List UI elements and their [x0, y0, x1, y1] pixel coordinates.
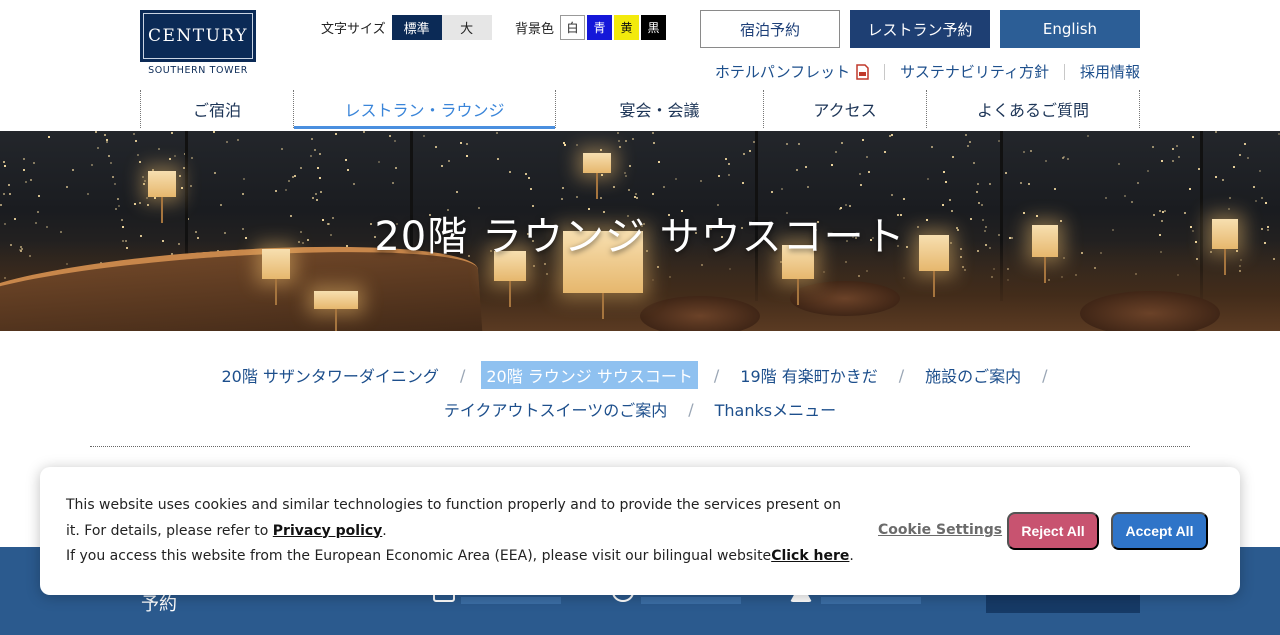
bilingual-site-link[interactable]: Click here — [771, 548, 849, 564]
gnav-restaurant-lounge[interactable]: レストラン・ラウンジ — [293, 90, 555, 129]
reject-all-button[interactable]: Reject All — [1007, 512, 1099, 550]
font-size-switcher: 文字サイズ 標準 大 — [321, 15, 492, 40]
font-size-large-button[interactable]: 大 — [441, 15, 492, 40]
table-lamp — [583, 153, 611, 199]
gnav-banquet-meeting[interactable]: 宴会・会議 — [555, 90, 763, 128]
time-field[interactable] — [641, 597, 741, 604]
font-size-standard-button[interactable]: 標準 — [391, 15, 442, 40]
cookie-message-line-1: This website uses cookies and similar te… — [66, 493, 856, 544]
local-nav-takeout-sweets[interactable]: テイクアウトスイーツのご案内 — [439, 395, 672, 423]
local-nav-southern-tower-dining[interactable]: 20階 サザンタワーダイニング — [216, 361, 443, 389]
cookie-message: This website uses cookies and similar te… — [66, 493, 856, 570]
privacy-policy-link[interactable]: Privacy policy — [273, 523, 383, 539]
lounge-table — [640, 296, 760, 331]
cookie-consent-banner: This website uses cookies and similar te… — [40, 467, 1240, 595]
local-nav-separator: / — [1042, 365, 1048, 385]
local-nav-separator: / — [688, 399, 694, 419]
gnav-access[interactable]: アクセス — [763, 90, 926, 128]
logo-subtitle: SOUTHERN TOWER — [148, 65, 248, 76]
table-lamp — [314, 291, 358, 331]
restaurant-reservation-button[interactable]: レストラン予約 — [850, 10, 990, 48]
lounge-table — [790, 281, 900, 316]
hotel-brochure-link[interactable]: ホテルパンフレット — [715, 61, 869, 82]
global-navigation: ご宿泊 レストラン・ラウンジ 宴会・会議 アクセス よくあるご質問 — [140, 90, 1140, 129]
font-size-label: 文字サイズ — [321, 22, 386, 37]
section-divider — [90, 446, 1190, 447]
logo-text: CENTURY — [148, 26, 248, 46]
cookie-settings-button[interactable]: Cookie Settings — [878, 522, 1002, 538]
lounge-table — [1080, 291, 1220, 331]
local-navigation-row-1: 20階 サザンタワーダイニング / 20階 ラウンジ サウスコート / 19階 … — [0, 361, 1280, 389]
english-button[interactable]: English — [1000, 10, 1140, 48]
bg-blue-button[interactable]: 青 — [587, 15, 613, 40]
accept-all-button[interactable]: Accept All — [1111, 512, 1208, 550]
cookie-text-1-end: . — [382, 522, 387, 539]
bg-white-button[interactable]: 白 — [560, 15, 586, 40]
local-nav-separator: / — [898, 365, 905, 385]
cookie-text-2: If you access this website from the Euro… — [66, 548, 772, 564]
local-nav-separator: / — [713, 365, 720, 385]
page: CENTURY SOUTHERN TOWER 文字サイズ 標準 大 背景色 白 … — [0, 0, 1280, 635]
recruit-link[interactable]: 採用情報 — [1080, 61, 1140, 82]
logo-box: CENTURY — [140, 10, 256, 62]
cookie-text-1: This website uses cookies and similar te… — [66, 497, 841, 539]
local-nav-facilities[interactable]: 施設のご案内 — [920, 361, 1026, 389]
bg-yellow-button[interactable]: 黄 — [614, 15, 640, 40]
local-nav-separator: / — [459, 365, 466, 385]
gnav-stay[interactable]: ご宿泊 — [140, 90, 293, 128]
cookie-message-line-2: If you access this website from the Euro… — [66, 544, 856, 570]
hero-banner: 20階 ラウンジ サウスコート — [0, 131, 1280, 331]
local-nav-yurakucho-kakida[interactable]: 19階 有楽町かきだ — [735, 361, 882, 389]
pdf-icon — [856, 63, 869, 80]
local-nav-lounge-south-court[interactable]: 20階 ラウンジ サウスコート — [481, 361, 698, 389]
page-title: 20階 ラウンジ サウスコート — [374, 214, 906, 260]
sustainability-link[interactable]: サステナビリティ方針 — [900, 61, 1049, 82]
util-divider — [1063, 63, 1065, 80]
hotel-brochure-label: ホテルパンフレット — [714, 63, 851, 81]
site-header: CENTURY SOUTHERN TOWER 文字サイズ 標準 大 背景色 白 … — [0, 0, 1280, 131]
guests-field[interactable] — [821, 597, 921, 604]
cookie-text-2-end: . — [849, 548, 854, 564]
background-color-label: 背景色 — [515, 22, 555, 37]
date-field[interactable] — [461, 597, 561, 604]
util-divider — [884, 63, 886, 80]
utility-links: ホテルパンフレット サステナビリティ方針 採用情報 — [715, 61, 1140, 82]
century-southern-tower-logo[interactable]: CENTURY SOUTHERN TOWER — [140, 10, 256, 78]
gnav-faq[interactable]: よくあるご質問 — [926, 90, 1140, 128]
table-lamp — [148, 171, 176, 223]
stay-reservation-button[interactable]: 宿泊予約 — [700, 10, 840, 48]
local-navigation-row-2: テイクアウトスイーツのご案内 / Thanksメニュー — [0, 396, 1280, 422]
local-nav-thanks-menu[interactable]: Thanksメニュー — [710, 395, 841, 423]
background-color-switcher: 背景色 白 青 黄 黒 — [515, 15, 668, 40]
bg-black-button[interactable]: 黒 — [641, 15, 667, 40]
